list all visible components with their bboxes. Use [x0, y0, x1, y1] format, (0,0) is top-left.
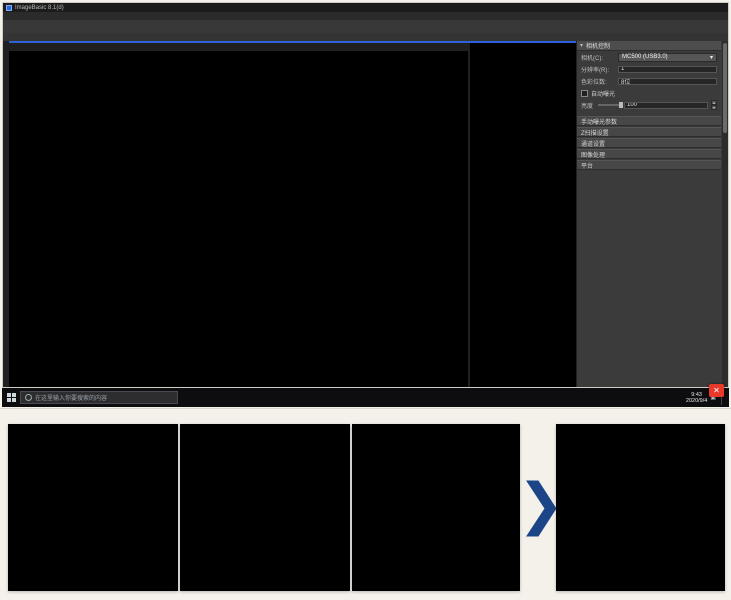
- panel-header[interactable]: ▾ 相机控制: [577, 41, 721, 51]
- action-buttons: [577, 111, 721, 115]
- stage-section-header[interactable]: 平台: [577, 160, 721, 170]
- resolution-input[interactable]: [618, 66, 717, 73]
- depth-label: 色彩位数:: [581, 77, 615, 86]
- work-area: ▾ 相机控制 相机(C): MC500 (USB3.0) ▾ 分辨率(R): 色…: [3, 41, 728, 387]
- exposure-value-input[interactable]: [624, 102, 708, 109]
- red-channel-panel: [352, 424, 520, 591]
- menu-bar: [3, 12, 728, 20]
- blue-channel-panel: [8, 424, 178, 591]
- resolution-label: 分辨率(R):: [581, 65, 615, 74]
- channels-section-header[interactable]: 通道设置: [577, 138, 721, 148]
- title-bar: ImageBasic 8.1(d): [3, 3, 728, 12]
- main-image-document: [9, 43, 468, 387]
- camera-value: MC500 (USB3.0): [622, 54, 668, 60]
- clock-date: 2020/9/4: [686, 398, 707, 404]
- merged-fluorescence-image: [9, 51, 468, 386]
- merge-arrow-icon: ❯: [524, 464, 558, 544]
- collapse-icon[interactable]: ▾: [580, 42, 583, 49]
- exposure-slider-label: 亮度: [581, 101, 595, 110]
- control-panel: ▾ 相机控制 相机(C): MC500 (USB3.0) ▾ 分辨率(R): 色…: [577, 41, 728, 387]
- close-button[interactable]: ✕: [709, 384, 724, 397]
- search-icon: [25, 394, 32, 401]
- exposure-stepper[interactable]: ▴▾: [711, 100, 717, 110]
- channel-comparison-strip: ❯: [0, 408, 731, 600]
- windows-logo-icon: [7, 393, 16, 402]
- mitochondria-image: [352, 424, 520, 591]
- channel-thumbnail-column: [470, 43, 576, 387]
- taskbar-clock[interactable]: 9:43 2020/9/4: [686, 392, 707, 404]
- zscan-section-header[interactable]: Z扫描设置: [577, 127, 721, 137]
- actin-filaments-image: [180, 424, 350, 591]
- slider-handle[interactable]: [619, 102, 623, 108]
- toolbar: [3, 20, 728, 34]
- app-window: ImageBasic 8.1(d) ▾ 相机控制: [2, 2, 729, 388]
- chevron-down-icon: ▾: [710, 54, 713, 61]
- merged-channel-panel: [556, 424, 725, 591]
- screenshot-root: { "window": { "title": "ImageBasic 8.1(d…: [0, 0, 731, 600]
- panel-scrollbar[interactable]: [722, 41, 728, 387]
- green-channel-panel: [180, 424, 350, 591]
- depth-input[interactable]: [618, 78, 717, 85]
- main-canvas[interactable]: [9, 51, 468, 387]
- stage-buttons: [577, 170, 721, 174]
- dapi-nuclei-image: [8, 424, 178, 591]
- auto-exposure-label: 自动曝光: [591, 89, 615, 98]
- scrollbar-thumb[interactable]: [723, 43, 727, 133]
- merged-image: [556, 424, 725, 591]
- auto-exposure-checkbox[interactable]: [581, 90, 588, 97]
- panel-title: 相机控制: [586, 41, 610, 50]
- window-title: ImageBasic 8.1(d): [15, 5, 64, 11]
- camera-select[interactable]: MC500 (USB3.0) ▾: [618, 53, 717, 62]
- app-icon: [6, 5, 12, 11]
- exposure-slider[interactable]: [598, 104, 621, 106]
- image-processing-section-header[interactable]: 图像处理: [577, 149, 721, 159]
- composite-exposure-slider[interactable]: [9, 43, 468, 51]
- windows-taskbar: 在这里输入你要搜索的内容 9:43 2020/9/4 ▣: [2, 388, 729, 407]
- camera-label: 相机(C):: [581, 53, 615, 62]
- manual-section-header[interactable]: 手动曝光参数: [577, 116, 721, 126]
- taskbar-search[interactable]: 在这里输入你要搜索的内容: [20, 391, 178, 404]
- search-placeholder: 在这里输入你要搜索的内容: [35, 393, 107, 402]
- start-button[interactable]: [2, 388, 20, 407]
- view-tab-row: [3, 33, 728, 41]
